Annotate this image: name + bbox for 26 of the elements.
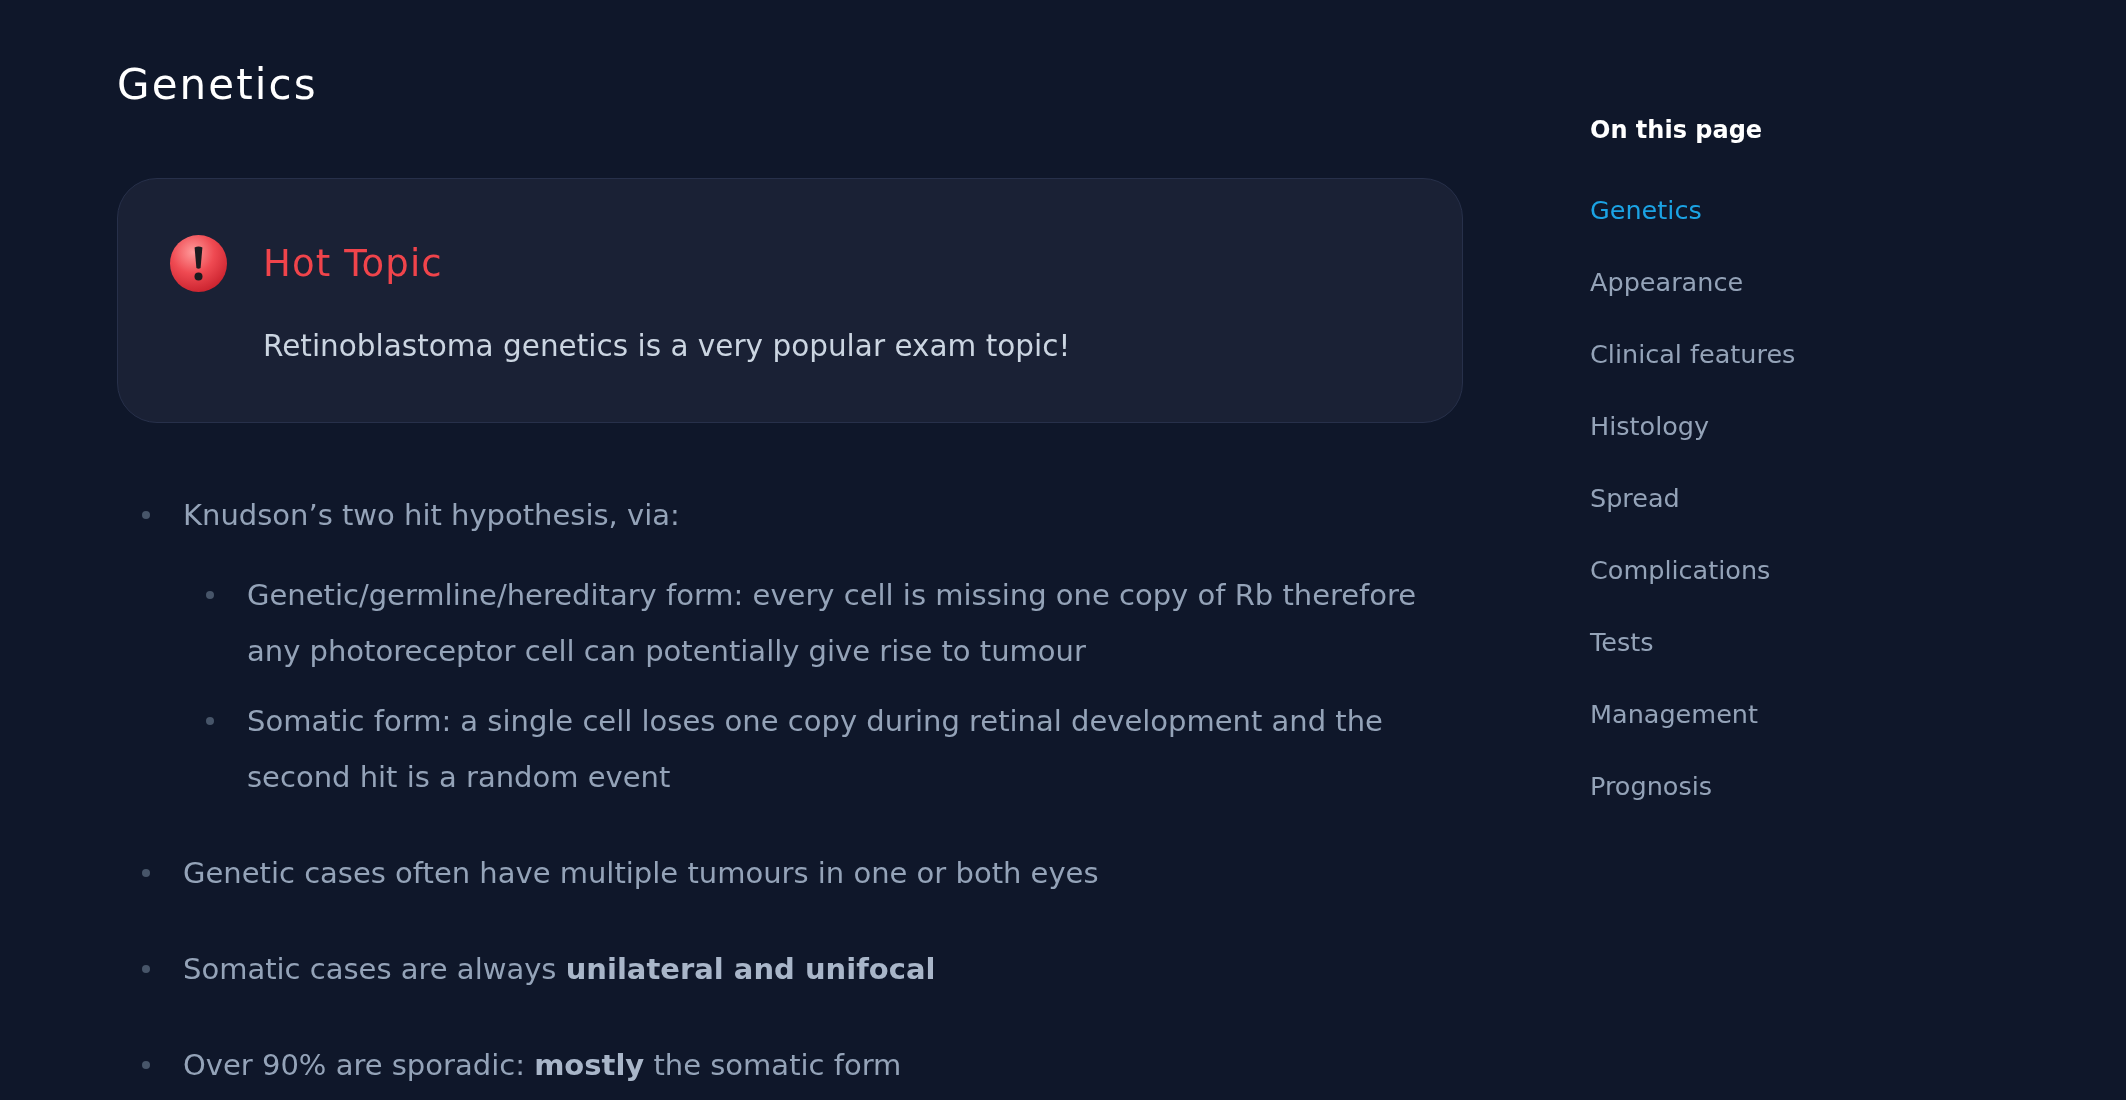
page-heading: Genetics [117,59,318,111]
list-item-text: Genetic/germline/hereditary form: every cell is missing one copy of Rb therefore any photoreceptor cell can potentially give rise to tumour [247,577,1418,670]
toc-link[interactable]: Appearance [1590,264,1744,300]
bullet-icon [142,1061,150,1069]
toc-heading: On this page [1590,115,1763,146]
bullet-icon [206,591,214,599]
bullet-icon [206,717,214,725]
bullet-icon [142,511,150,519]
toc-link[interactable]: Complications [1590,552,1771,588]
callout-title: Hot Topic [263,240,443,287]
list-item-text: Over 90% are sporadic: mostly the somatic form [183,1047,902,1084]
list-item-text: Knudson’s two hit hypothesis, via: [183,497,680,534]
list-item-text: Somatic cases are always unilateral and unifocal [183,951,936,988]
toc-link[interactable]: Histology [1590,408,1710,444]
toc-link[interactable]: Clinical features [1590,336,1796,372]
exclamation-icon [170,235,227,292]
list-item-text: Genetic cases often have multiple tumours in one or both eyes [183,855,1099,892]
bullet-icon [142,869,150,877]
callout-text: Retinoblastoma genetics is a very popular exam topic! [263,328,1071,365]
toc-link[interactable]: Spread [1590,480,1680,516]
toc-link[interactable]: Prognosis [1590,768,1713,804]
list-item-text: Somatic form: a single cell loses one copy during retinal development and the second hit is a random event [247,703,1384,796]
toc-link[interactable]: Genetics [1590,192,1702,228]
toc-link[interactable]: Tests [1590,624,1654,660]
toc-link[interactable]: Management [1590,696,1758,732]
bullet-icon [142,965,150,973]
